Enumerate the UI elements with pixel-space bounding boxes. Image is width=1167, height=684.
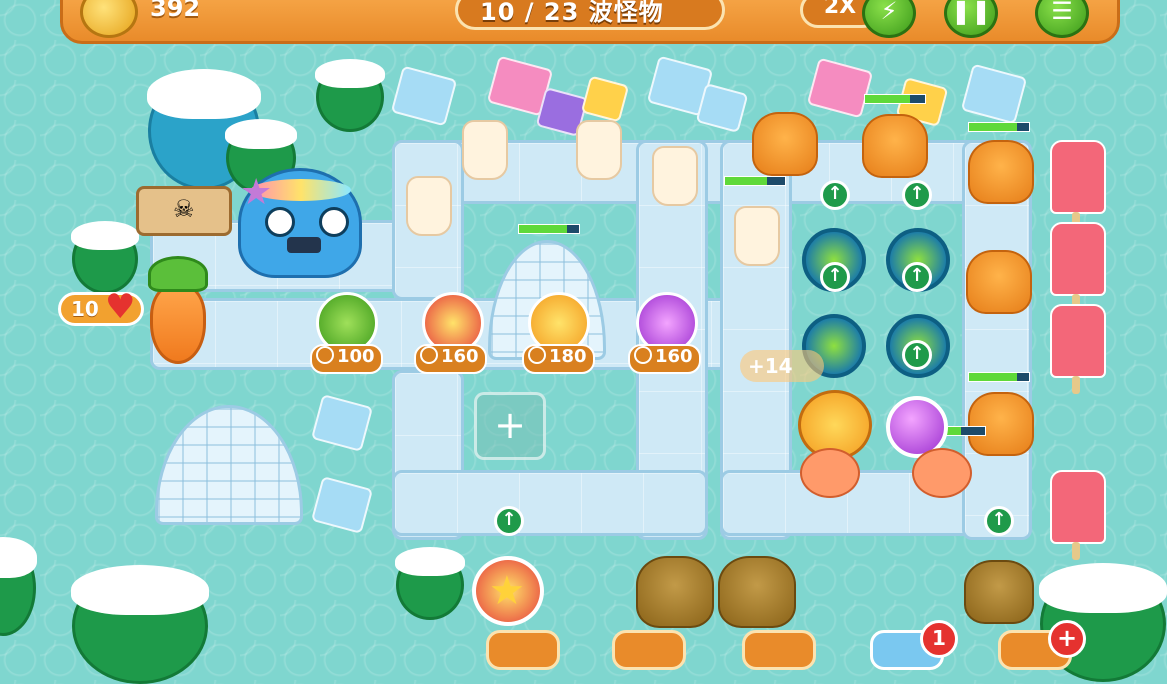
bottle-tower[interactable] bbox=[406, 176, 452, 236]
heart-icon: ♥ bbox=[105, 287, 136, 327]
price: 180 bbox=[549, 346, 587, 367]
popsicle-obstacle[interactable] bbox=[1050, 140, 1106, 230]
bottle-tower[interactable] bbox=[576, 120, 622, 180]
wave-counter: 10 / 23 波怪物 bbox=[480, 0, 664, 26]
poop-tower[interactable] bbox=[862, 114, 928, 178]
upgrade-arrow-icon[interactable]: ↑ bbox=[902, 340, 932, 370]
floating-reward: +14 bbox=[740, 350, 824, 382]
health-bar bbox=[518, 224, 580, 234]
poop-obstacle[interactable] bbox=[964, 560, 1034, 624]
snowy-tree bbox=[0, 537, 37, 636]
ice-crystal bbox=[310, 394, 374, 452]
upgrade-arrow-icon[interactable]: ↑ bbox=[902, 180, 932, 210]
path-bottom-row bbox=[392, 470, 708, 536]
price-tag: 160 bbox=[414, 344, 487, 374]
coin-icon bbox=[420, 346, 438, 364]
carrot-base bbox=[150, 284, 206, 364]
price: 100 bbox=[337, 346, 375, 367]
star-tower[interactable]: ★ bbox=[472, 556, 544, 626]
ice-crystal bbox=[310, 476, 374, 534]
coral-monster bbox=[912, 448, 972, 498]
crowned-poop-obstacle[interactable] bbox=[636, 556, 714, 628]
coin-count: 392 bbox=[150, 0, 201, 22]
item-button[interactable] bbox=[612, 630, 686, 670]
health-bar bbox=[864, 94, 926, 104]
coin-icon bbox=[634, 346, 652, 364]
item-button[interactable] bbox=[742, 630, 816, 670]
poop-tower[interactable] bbox=[968, 140, 1034, 204]
popsicle-obstacle[interactable] bbox=[1050, 470, 1106, 560]
health-bar bbox=[968, 372, 1030, 382]
snowy-tree bbox=[395, 547, 465, 620]
pause-icon: ❚❚ bbox=[950, 0, 992, 25]
skull-sign: ☠ bbox=[136, 186, 232, 236]
bottle-tower[interactable] bbox=[652, 146, 698, 206]
snowy-tree bbox=[71, 565, 209, 684]
price-tag: 180 bbox=[522, 344, 595, 374]
poop-tower[interactable] bbox=[968, 392, 1034, 456]
star-icon: ★ bbox=[489, 568, 525, 614]
ice-crystal bbox=[960, 63, 1028, 125]
popsicle-obstacle[interactable] bbox=[1050, 222, 1106, 312]
pink-crystal bbox=[806, 57, 874, 119]
ice-crystal bbox=[390, 65, 458, 127]
snowy-tree bbox=[315, 59, 385, 132]
poop-tower[interactable] bbox=[966, 250, 1032, 314]
lightning-icon: ⚡ bbox=[880, 0, 898, 25]
coin-icon bbox=[316, 346, 334, 364]
yellow-crystal bbox=[580, 75, 630, 123]
price-tag: 100 bbox=[310, 344, 383, 374]
skull-icon: ☠ bbox=[173, 195, 195, 223]
upgrade-arrow-icon[interactable]: ↑ bbox=[820, 180, 850, 210]
coin-icon bbox=[528, 346, 546, 364]
price: 160 bbox=[441, 346, 479, 367]
popsicle-obstacle[interactable] bbox=[1050, 304, 1106, 394]
lives-badge: 10 ♥ bbox=[58, 287, 144, 327]
upgrade-arrow-icon[interactable]: ↑ bbox=[902, 262, 932, 292]
coral-monster bbox=[800, 448, 860, 498]
bottle-tower[interactable] bbox=[462, 120, 508, 180]
carrot-leaves bbox=[148, 256, 208, 292]
upgrade-arrow-icon[interactable]: ↑ bbox=[984, 506, 1014, 536]
poop-tower[interactable] bbox=[752, 112, 818, 176]
lives-count: 10 bbox=[71, 297, 99, 321]
empty-build-slot[interactable]: + bbox=[474, 392, 546, 460]
notification-badge: 1 bbox=[920, 620, 958, 658]
price: 160 bbox=[655, 346, 693, 367]
bottle-tower[interactable] bbox=[734, 206, 780, 266]
item-button[interactable] bbox=[486, 630, 560, 670]
star-icon: ★ bbox=[240, 172, 273, 213]
menu-icon: ☰ bbox=[1051, 0, 1073, 25]
igloo-lower-left bbox=[155, 405, 303, 525]
snowy-tree bbox=[71, 221, 139, 294]
crowned-poop-obstacle[interactable] bbox=[718, 556, 796, 628]
health-bar bbox=[724, 176, 786, 186]
upgrade-arrow-icon[interactable]: ↑ bbox=[494, 506, 524, 536]
ice-crystal bbox=[695, 82, 749, 134]
upgrade-arrow-icon[interactable]: ↑ bbox=[820, 262, 850, 292]
add-item-button[interactable]: + bbox=[1048, 620, 1086, 658]
price-tag: 160 bbox=[628, 344, 701, 374]
health-bar bbox=[968, 122, 1030, 132]
